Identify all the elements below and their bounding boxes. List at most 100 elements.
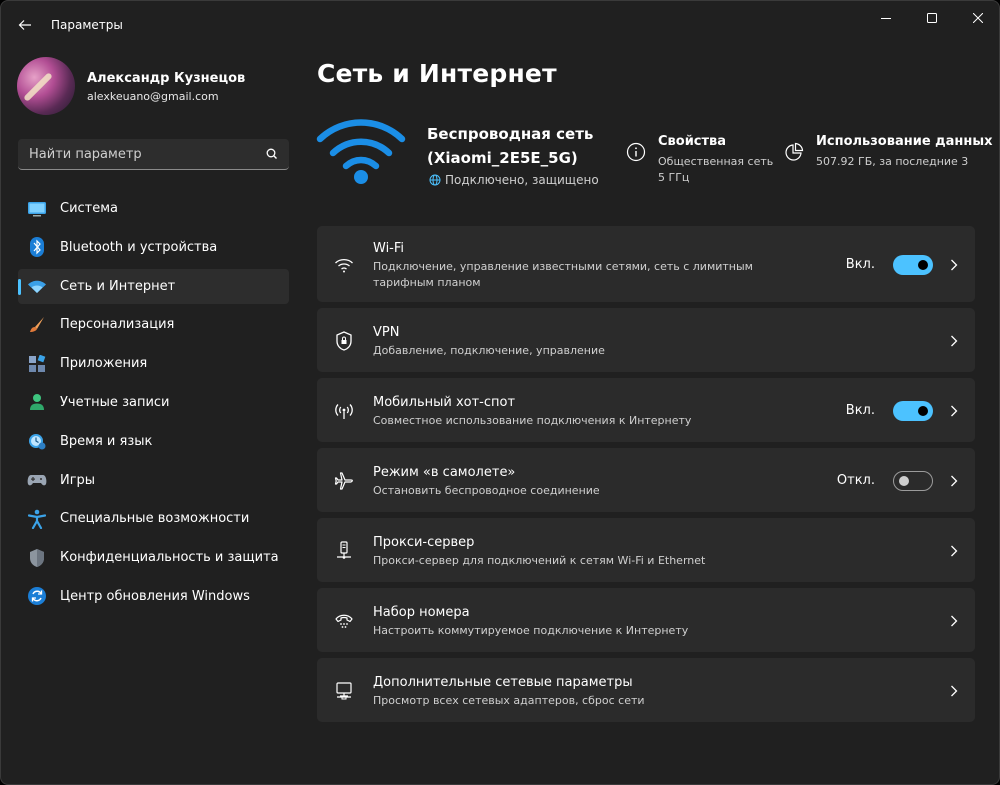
user-email: alexkeuano@gmail.com (87, 90, 219, 103)
sidebar-item-accounts[interactable]: Учетные записи (18, 385, 289, 420)
settings-window: Параметры Александр Кузнецов alexkeuano@… (0, 0, 1000, 785)
shield-icon (27, 548, 47, 568)
chevron-right-icon[interactable] (947, 334, 961, 348)
wifi-toggle[interactable] (893, 255, 933, 275)
accessibility-icon (27, 509, 47, 529)
bluetooth-icon (27, 237, 47, 258)
sidebar-item-time-language[interactable]: Время и язык (18, 424, 289, 459)
network-status-text: Подключено, защищено (445, 173, 599, 187)
sidebar-item-windows-update[interactable]: Центр обновления Windows (18, 579, 289, 614)
update-icon (27, 586, 47, 606)
sidebar-item-label: Учетные записи (60, 394, 170, 410)
minimize-button[interactable] (863, 1, 909, 35)
minimize-icon (881, 18, 891, 19)
search-icon[interactable] (265, 147, 279, 161)
maximize-icon (927, 13, 937, 23)
wifi-card[interactable]: Wi-Fi Подключение, управление известными… (317, 226, 975, 302)
card-title: Набор номера (373, 605, 470, 620)
avatar[interactable] (17, 57, 75, 115)
app-title: Параметры (51, 18, 123, 32)
sidebar-item-bluetooth[interactable]: Bluetooth и устройства (18, 230, 289, 265)
user-name: Александр Кузнецов (87, 71, 246, 86)
proxy-server-icon (333, 540, 355, 562)
wifi-hero-icon (316, 119, 406, 184)
back-button[interactable] (11, 11, 39, 39)
hotspot-toggle[interactable] (893, 401, 933, 421)
close-icon (973, 13, 983, 23)
sidebar-item-label: Bluetooth и устройства (60, 239, 218, 255)
sidebar-item-label: Система (60, 201, 119, 216)
network-adapter-icon (333, 680, 355, 702)
shield-lock-icon (333, 330, 355, 352)
advanced-network-card[interactable]: Дополнительные сетевые параметры Просмот… (317, 658, 975, 722)
network-icon (27, 276, 47, 296)
chevron-right-icon[interactable] (947, 258, 961, 272)
card-description: Совместное использование подключения к И… (373, 414, 692, 427)
chevron-right-icon[interactable] (947, 684, 961, 698)
card-title: Wi-Fi (373, 241, 405, 256)
card-description: Настроить коммутируемое подключение к Ин… (373, 624, 689, 637)
chevron-right-icon[interactable] (947, 544, 961, 558)
data-usage-link[interactable]: Использование данных (816, 134, 993, 149)
chevron-right-icon[interactable] (947, 404, 961, 418)
wifi-icon (333, 254, 355, 276)
page-title: Сеть и Интернет (317, 59, 557, 88)
sidebar-item-label: Время и язык (60, 433, 153, 449)
sidebar-item-gaming[interactable]: Игры (18, 463, 289, 498)
pie-chart-icon[interactable] (784, 142, 804, 162)
sidebar-item-privacy[interactable]: Конфиденциальность и защита (18, 540, 289, 575)
user-profile[interactable]: Александр Кузнецов alexkeuano@gmail.com (17, 57, 287, 117)
info-icon[interactable] (626, 142, 646, 162)
properties-link[interactable]: Свойства (658, 134, 726, 149)
sidebar-item-label: Сеть и Интернет (60, 278, 176, 294)
sidebar-item-label: Игры (60, 472, 96, 488)
network-band: 5 ГГц (658, 171, 690, 184)
account-icon (27, 392, 47, 412)
toggle-state-label: Вкл. (845, 257, 875, 272)
close-button[interactable] (955, 1, 999, 35)
sidebar-nav: Система Bluetooth и устройства Сеть и Ин… (18, 191, 289, 618)
hotspot-card[interactable]: Мобильный хот-спот Совместное использова… (317, 378, 975, 442)
card-title: Прокси-сервер (373, 535, 475, 550)
title-bar: Параметры (1, 1, 999, 49)
time-language-icon (27, 431, 47, 451)
airplane-mode-toggle[interactable] (893, 471, 933, 491)
system-icon (27, 199, 47, 219)
maximize-button[interactable] (909, 1, 955, 35)
sidebar-item-apps[interactable]: Приложения (18, 346, 289, 381)
card-title: VPN (373, 325, 400, 340)
hotspot-icon (333, 400, 355, 422)
apps-icon (27, 354, 47, 374)
data-usage-value: 507.92 ГБ, за последние 30 дней (816, 155, 969, 168)
proxy-card[interactable]: Прокси-сервер Прокси-сервер для подключе… (317, 518, 975, 582)
toggle-state-label: Вкл. (845, 403, 875, 418)
sidebar-item-network[interactable]: Сеть и Интернет (18, 268, 289, 304)
vpn-card[interactable]: VPN Добавление, подключение, управление (317, 308, 975, 372)
toggle-state-label: Откл. (836, 473, 875, 488)
search-placeholder: Найти параметр (29, 147, 142, 162)
card-title: Дополнительные сетевые параметры (373, 675, 633, 690)
network-status: Подключено, защищено (429, 173, 599, 187)
card-description: Прокси-сервер для подключений к сетям Wi… (373, 554, 706, 567)
sidebar-item-personalization[interactable]: Персонализация (18, 307, 289, 342)
sidebar-item-accessibility[interactable]: Специальные возможности (18, 501, 289, 536)
card-description: Подключение, управление известными сетям… (373, 260, 753, 289)
sidebar-item-label: Центр обновления Windows (60, 588, 250, 604)
card-description: Просмотр всех сетевых адаптеров, сброс с… (373, 694, 645, 707)
brush-icon (27, 315, 47, 335)
search-input[interactable]: Найти параметр (18, 139, 289, 170)
sidebar-item-system[interactable]: Система (18, 191, 289, 226)
airplane-mode-card[interactable]: Режим «в самолете» Остановить беспроводн… (317, 448, 975, 512)
sidebar-item-label: Персонализация (60, 317, 175, 333)
sidebar-item-label: Приложения (60, 356, 148, 372)
sidebar-item-label: Специальные возможности (60, 511, 250, 527)
chevron-right-icon[interactable] (947, 614, 961, 628)
gamepad-icon (27, 470, 47, 490)
sidebar-item-label: Конфиденциальность и защита (60, 550, 279, 566)
card-title: Режим «в самолете» (373, 465, 516, 480)
card-description: Остановить беспроводное соединение (373, 484, 600, 497)
network-name: Беспроводная сеть (Xiaomi_2E5E_5G) (427, 125, 594, 167)
settings-cards: Wi-Fi Подключение, управление известными… (317, 226, 975, 728)
chevron-right-icon[interactable] (947, 474, 961, 488)
dial-up-card[interactable]: Набор номера Настроить коммутируемое под… (317, 588, 975, 652)
